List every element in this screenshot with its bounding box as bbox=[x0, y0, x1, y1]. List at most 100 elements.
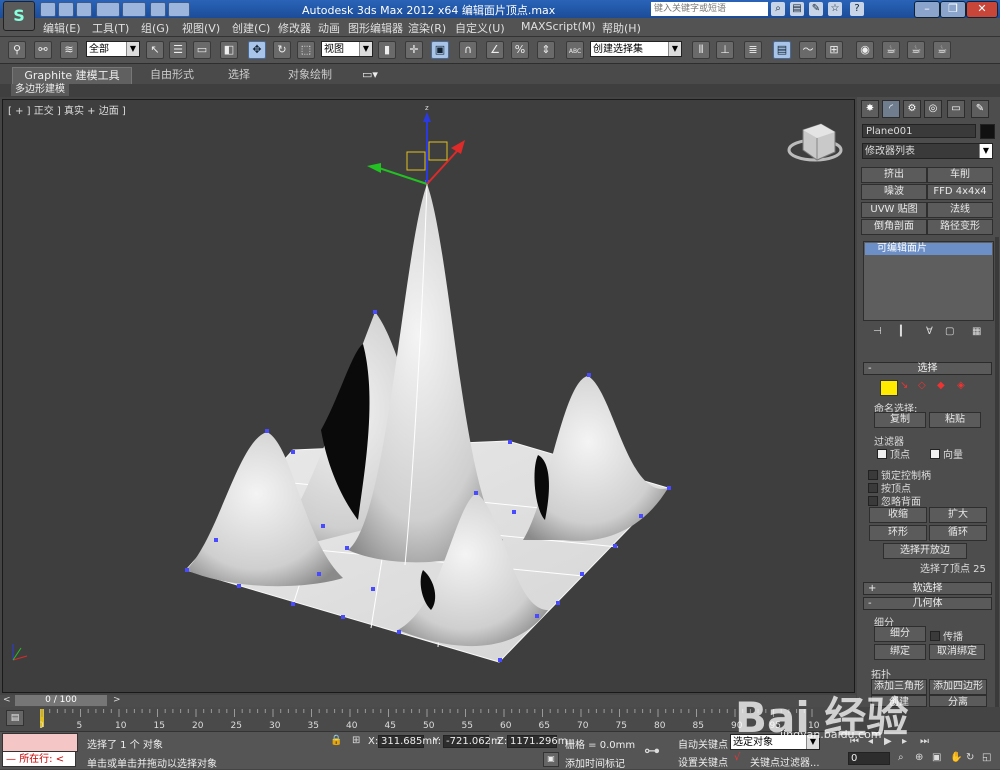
viewport-perspective[interactable]: [ + ] 正交 ] 真实 + 边面 ] z bbox=[2, 99, 855, 693]
menu-group[interactable]: 组(G) bbox=[141, 20, 169, 36]
pin-stack-icon[interactable]: ⊣ bbox=[873, 326, 882, 337]
new-file-icon[interactable] bbox=[40, 2, 56, 17]
unlink-icon[interactable]: ⚯ bbox=[34, 41, 52, 59]
edge-level-icon[interactable]: ◇ bbox=[918, 380, 926, 391]
vertex-filter-checkbox[interactable]: 顶点 bbox=[877, 446, 910, 461]
select-by-name-icon[interactable]: ☰ bbox=[169, 41, 187, 59]
shrink-button[interactable]: 收缩 bbox=[869, 507, 927, 523]
tab-freeform[interactable]: 自由形式 bbox=[150, 67, 194, 83]
tab-graphite-modeling[interactable]: Graphite 建模工具 bbox=[12, 67, 132, 84]
link-icon[interactable]: ⚲ bbox=[8, 41, 26, 59]
set-key-button[interactable]: 设置关键点 bbox=[678, 754, 728, 769]
grow-button[interactable]: 扩大 bbox=[929, 507, 987, 523]
extrude-modifier-button[interactable]: 挤出 bbox=[861, 167, 927, 183]
remove-modifier-icon[interactable]: ▢ bbox=[945, 326, 954, 337]
menu-tools[interactable]: 工具(T) bbox=[92, 20, 129, 36]
normal-modifier-button[interactable]: 法线 bbox=[927, 202, 993, 218]
zoom-extents-icon[interactable]: ▣ bbox=[932, 752, 941, 763]
zoom-icon[interactable]: ⌕ bbox=[898, 752, 904, 763]
menu-customize[interactable]: 自定义(U) bbox=[455, 20, 505, 36]
scale-icon[interactable]: ⬚ bbox=[297, 41, 315, 59]
pivot-center-icon[interactable]: ▮ bbox=[378, 41, 396, 59]
ignore-backfacing-checkbox[interactable]: 忽略背面 bbox=[868, 493, 921, 508]
bind-button[interactable]: 绑定 bbox=[874, 644, 926, 660]
menu-edit[interactable]: 编辑(E) bbox=[43, 20, 81, 36]
menu-graph-editors[interactable]: 图形编辑器 bbox=[348, 20, 403, 36]
propagate-checkbox[interactable]: 传播 bbox=[930, 628, 963, 643]
curve-editor-icon[interactable]: 〜 bbox=[799, 41, 817, 59]
menu-views[interactable]: 视图(V) bbox=[182, 20, 220, 36]
loop-button[interactable]: 循环 bbox=[929, 525, 987, 541]
vertex-level-icon[interactable] bbox=[880, 380, 898, 396]
search-input[interactable]: 键入关键字或短语 bbox=[651, 2, 768, 16]
key-filters-button[interactable]: 关键点过滤器... bbox=[750, 754, 820, 769]
reference-coordinate-dropdown[interactable]: 视图 ▼ bbox=[321, 41, 373, 57]
select-open-edges-button[interactable]: 选择开放边 bbox=[883, 543, 967, 559]
menu-create[interactable]: 创建(C) bbox=[232, 20, 270, 36]
spinner-snap-icon[interactable]: ⇕ bbox=[537, 41, 555, 59]
copy-selection-button[interactable]: 复制 bbox=[874, 412, 926, 428]
timeline-ruler[interactable]: ▤ 0 5 10 15 20 25 30 35 40 45 50 55 60 65 70 75 80 85 90 95… bbox=[0, 707, 856, 731]
make-unique-icon[interactable]: ∀ bbox=[926, 326, 933, 337]
time-slider-thumb[interactable]: 0 / 100 bbox=[15, 695, 107, 706]
restore-button[interactable]: ❐ bbox=[940, 1, 966, 18]
selection-lock-icon[interactable]: 🔒 bbox=[330, 735, 342, 746]
schematic-view-icon[interactable]: ⊞ bbox=[825, 41, 843, 59]
rendered-frame-window-icon[interactable]: ☕ bbox=[907, 41, 925, 59]
move-gizmo[interactable]: z bbox=[367, 104, 465, 185]
maxscript-listener-bottom[interactable]: — 所在行: < bbox=[2, 751, 76, 767]
help-icon[interactable]: ? bbox=[850, 2, 864, 16]
project-folder-icon[interactable] bbox=[168, 2, 190, 17]
next-frame-icon[interactable]: > bbox=[113, 695, 121, 705]
vector-filter-checkbox[interactable]: 向量 bbox=[930, 446, 963, 461]
stack-item-editable-patch[interactable]: 可编辑面片 bbox=[865, 243, 992, 255]
minimize-button[interactable]: – bbox=[914, 1, 940, 18]
object-color-swatch[interactable] bbox=[980, 124, 995, 139]
detach-button[interactable]: 分离 bbox=[929, 695, 987, 708]
mini-curve-editor-icon[interactable]: ▤ bbox=[6, 710, 24, 726]
render-production-icon[interactable]: ☕ bbox=[933, 41, 951, 59]
element-level-icon[interactable]: ◈ bbox=[957, 380, 965, 391]
unbind-button[interactable]: 取消绑定 bbox=[929, 644, 985, 660]
utilities-tab-icon[interactable]: ✎ bbox=[971, 100, 989, 118]
pan-icon[interactable]: ✋ bbox=[950, 752, 962, 763]
menu-help[interactable]: 帮助(H) bbox=[602, 20, 641, 36]
search-icon[interactable]: ⌕ bbox=[771, 2, 785, 16]
time-slider[interactable]: < 0 / 100 > bbox=[0, 695, 856, 707]
geometry-rollout-header[interactable]: - 几何体 bbox=[863, 597, 992, 610]
ffd-modifier-button[interactable]: FFD 4x4x4 bbox=[927, 184, 993, 200]
tab-selection[interactable]: 选择 bbox=[228, 67, 250, 83]
subscription-icon[interactable]: ▤ bbox=[790, 2, 804, 16]
move-icon[interactable]: ✥ bbox=[248, 41, 266, 59]
menu-maxscript[interactable]: MAXScript(M) bbox=[521, 20, 596, 33]
menu-animation[interactable]: 动画 bbox=[318, 20, 340, 36]
bind-space-warp-icon[interactable]: ≋ bbox=[60, 41, 78, 59]
modifier-list-dropdown[interactable]: 修改器列表 ▼ bbox=[862, 143, 993, 159]
percent-snap-icon[interactable]: % bbox=[511, 41, 529, 59]
close-button[interactable]: ✕ bbox=[966, 1, 998, 18]
key-icon[interactable]: ⊶ bbox=[644, 741, 660, 760]
hold-icon[interactable] bbox=[150, 2, 166, 17]
lathe-modifier-button[interactable]: 车削 bbox=[927, 167, 993, 183]
render-setup-icon[interactable]: ☕ bbox=[882, 41, 900, 59]
selection-rollout-header[interactable]: - 选择 bbox=[863, 362, 992, 375]
transform-mode-icon[interactable]: ⊞ bbox=[352, 735, 360, 746]
subdivide-button[interactable]: 细分 bbox=[874, 626, 926, 642]
angle-snap-icon[interactable]: ∠ bbox=[486, 41, 504, 59]
window-crossing-icon[interactable]: ◧ bbox=[220, 41, 238, 59]
keyboard-shortcut-override-icon[interactable]: ▣ bbox=[431, 41, 449, 59]
snaps-toggle-icon[interactable]: ∩ bbox=[459, 41, 477, 59]
create-tab-icon[interactable]: ✸ bbox=[861, 100, 879, 118]
tab-object-paint[interactable]: 对象绘制 bbox=[288, 67, 332, 83]
orbit-icon[interactable]: ↻ bbox=[966, 752, 974, 763]
time-tag-icon[interactable]: ▣ bbox=[543, 752, 559, 767]
mirror-icon[interactable]: ⫴ bbox=[692, 41, 710, 59]
object-name-field[interactable]: Plane001 bbox=[862, 124, 976, 138]
align-icon[interactable]: ⊥ bbox=[716, 41, 734, 59]
select-object-icon[interactable]: ↖ bbox=[146, 41, 164, 59]
menu-rendering[interactable]: 渲染(R) bbox=[408, 20, 446, 36]
ribbon-options-icon[interactable]: ▭▾ bbox=[362, 67, 378, 83]
rectangular-selection-icon[interactable]: ▭ bbox=[193, 41, 211, 59]
command-panel-scrollbar[interactable] bbox=[995, 237, 999, 707]
save-file-icon[interactable] bbox=[76, 2, 92, 17]
